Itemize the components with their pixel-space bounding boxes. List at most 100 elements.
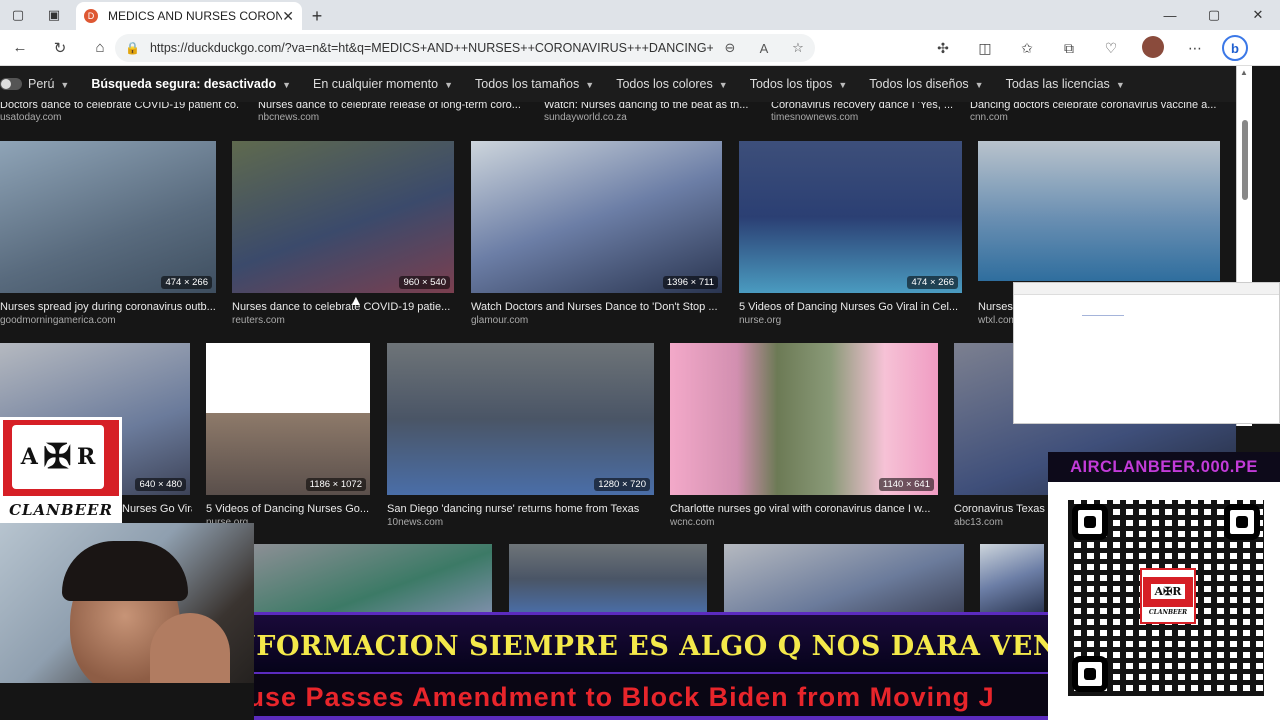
filter-time[interactable]: En cualquier momento ▼ xyxy=(313,77,453,91)
image-result[interactable]: Doctors dance to celebrate COVID-19 pati… xyxy=(0,102,240,126)
scroll-thumb[interactable] xyxy=(1242,120,1248,200)
new-tab-button[interactable]: + xyxy=(302,2,332,30)
result-caption[interactable]: Nurses dance to celebrate release of lon… xyxy=(258,102,528,111)
result-caption[interactable]: Nurses dance to celebrate COVID-19 patie… xyxy=(232,301,454,313)
image-result[interactable]: Dancing doctors celebrate coronavirus va… xyxy=(970,102,1220,126)
image-result[interactable] xyxy=(980,544,1044,614)
result-caption[interactable]: Dancing doctors celebrate coronavirus va… xyxy=(970,102,1220,111)
image-result[interactable]: 474 × 266 5 Videos of Dancing Nurses Go … xyxy=(739,141,962,331)
workspaces-icon[interactable]: ▢ xyxy=(0,0,36,30)
image-filter-bar: Perú ▼ Búsqueda segura: desactivado ▼ En c… xyxy=(0,66,1236,102)
image-result[interactable]: 1280 × 720 San Diego 'dancing nurse' ret… xyxy=(387,343,654,533)
filter-type[interactable]: Todos los tipos ▼ xyxy=(750,77,848,91)
result-source: cnn.com xyxy=(970,112,1008,123)
active-tab[interactable]: D MEDICS AND NURSES CORONAVIRUS DANCING … xyxy=(76,2,302,30)
result-caption[interactable]: Coronavirus Texas xyxy=(954,503,1048,515)
lock-icon: 🔒 xyxy=(125,41,140,55)
result-source: reuters.com xyxy=(232,315,285,326)
qr-finder-top-right xyxy=(1224,504,1260,540)
tab-actions-icon[interactable]: ▣ xyxy=(36,0,72,30)
url-field[interactable]: 🔒 https://duckduckgo.com/?va=n&t=ht&q=ME… xyxy=(115,34,815,62)
result-caption[interactable]: Nurses spread joy during coronavirus out… xyxy=(0,301,216,313)
popup-titlebar xyxy=(1014,283,1279,295)
result-caption[interactable]: Charlotte nurses go viral with coronavir… xyxy=(670,503,938,515)
collections-icon[interactable]: ⧉ xyxy=(1048,40,1090,57)
result-caption[interactable]: 5 Videos of Dancing Nurses Go... xyxy=(206,503,370,515)
image-result[interactable]: 960 × 540 Nurses dance to celebrate COVI… xyxy=(232,141,454,331)
floating-window-preview[interactable]: ——————— xyxy=(1013,282,1280,424)
scroll-up-icon[interactable]: ▲ xyxy=(1240,68,1248,77)
region-toggle[interactable] xyxy=(0,78,22,90)
minimize-button[interactable]: — xyxy=(1148,0,1192,30)
result-caption[interactable]: 5 Videos of Dancing Nurses Go Viral in C… xyxy=(739,301,962,313)
qr-logo-text: A✠R xyxy=(1150,584,1186,599)
image-result[interactable]: 1396 × 711 Watch Doctors and Nurses Danc… xyxy=(471,141,722,331)
maximize-button[interactable]: ▢ xyxy=(1192,0,1236,30)
image-result[interactable]: Watch: Nurses dancing to the beat as th.… xyxy=(544,102,754,126)
result-caption[interactable]: San Diego 'dancing nurse' returns home f… xyxy=(387,503,654,515)
image-result[interactable] xyxy=(724,544,964,614)
filter-size[interactable]: Todos los tamaños ▼ xyxy=(475,77,594,91)
image-dimensions: 474 × 266 xyxy=(907,276,958,289)
close-tab-icon[interactable]: ✕ xyxy=(282,8,294,25)
result-thumbnail[interactable] xyxy=(724,544,964,614)
image-result[interactable]: 474 × 266 Nurses spread joy during coron… xyxy=(0,141,216,331)
image-result[interactable]: 1140 × 641 Charlotte nurses go viral wit… xyxy=(670,343,938,533)
result-thumbnail[interactable]: 1140 × 641 xyxy=(670,343,938,495)
qr-header: AIRCLANBEER.000.PE xyxy=(1048,452,1280,482)
result-thumbnail[interactable]: 474 × 266 xyxy=(739,141,962,293)
read-aloud-icon[interactable]: A xyxy=(747,41,781,56)
image-dimensions: 1396 × 711 xyxy=(662,276,718,289)
result-source: timesnownews.com xyxy=(771,112,859,123)
bing-copilot-icon[interactable]: b xyxy=(1222,35,1248,61)
image-result[interactable]: 1186 × 1072 5 Videos of Dancing Nurses G… xyxy=(206,343,370,533)
result-source: glamour.com xyxy=(471,315,529,326)
result-thumbnail[interactable] xyxy=(980,544,1044,614)
filter-layout[interactable]: Todos los diseños ▼ xyxy=(869,77,983,91)
result-thumbnail[interactable]: 474 × 266 xyxy=(0,141,216,293)
logo-emblem: A ✠ R xyxy=(12,425,104,489)
more-menu-icon[interactable]: ⋯ xyxy=(1174,40,1216,57)
chevron-down-icon: ▼ xyxy=(838,80,848,90)
image-result[interactable]: Nurses dance to celebrate release of lon… xyxy=(258,102,528,126)
browser-essentials-icon[interactable]: ♡ xyxy=(1090,40,1132,57)
image-result[interactable] xyxy=(254,544,492,614)
image-result[interactable]: Coronavirus recovery dance I 'Yes, ... t… xyxy=(771,102,961,126)
split-screen-icon[interactable]: ◫ xyxy=(964,40,1006,57)
extensions-icon[interactable]: ✣ xyxy=(922,40,964,57)
presenter-hair xyxy=(62,541,188,601)
filter-region[interactable]: Perú ▼ xyxy=(28,77,69,91)
result-thumbnail[interactable]: 1186 × 1072 xyxy=(206,343,370,495)
filter-license[interactable]: Todas las licencias ▼ xyxy=(1006,77,1125,91)
result-thumbnail[interactable]: 960 × 540 xyxy=(232,141,454,293)
result-caption[interactable]: Coronavirus recovery dance I 'Yes, ... xyxy=(771,102,961,111)
qr-logo-word: CLANBEER xyxy=(1148,608,1188,616)
ticker-bottom-text: ouse Passes Amendment to Block Biden fro… xyxy=(254,682,995,712)
home-icon[interactable]: ⌂ xyxy=(80,30,120,66)
chevron-down-icon: ▼ xyxy=(1115,80,1125,90)
result-thumbnail[interactable] xyxy=(254,544,492,614)
result-thumbnail[interactable] xyxy=(978,141,1220,281)
tab-bar: ▢ ▣ D MEDICS AND NURSES CORONAVIRUS DANC… xyxy=(0,0,1280,30)
refresh-icon[interactable]: ↻ xyxy=(40,30,80,66)
result-caption[interactable]: Nurses Go Viral i... xyxy=(122,503,192,515)
filter-safe-search[interactable]: Búsqueda segura: desactivado ▼ xyxy=(91,77,291,91)
result-thumbnail[interactable]: 1280 × 720 xyxy=(387,343,654,495)
filter-color[interactable]: Todos los colores ▼ xyxy=(616,77,728,91)
zoom-icon[interactable]: ⊖ xyxy=(713,40,747,56)
result-thumbnail[interactable] xyxy=(509,544,707,614)
screen: ▢ ▣ D MEDICS AND NURSES CORONAVIRUS DANC… xyxy=(0,0,1280,720)
favorite-star-icon[interactable]: ☆ xyxy=(781,40,815,56)
logo-letter-left: A xyxy=(20,444,38,470)
window-close-button[interactable]: ✕ xyxy=(1236,0,1280,30)
result-caption[interactable]: Doctors dance to celebrate COVID-19 pati… xyxy=(0,102,240,111)
favorites-icon[interactable]: ✩ xyxy=(1006,40,1048,57)
result-caption[interactable]: Watch Doctors and Nurses Dance to 'Don't… xyxy=(471,301,722,313)
image-result[interactable] xyxy=(509,544,707,614)
ticker-top-text: INFORMACION SIEMPRE ES ALGO Q NOS DARA V… xyxy=(254,631,1048,662)
back-arrow-icon[interactable]: ← xyxy=(0,30,40,66)
result-caption[interactable]: Watch: Nurses dancing to the beat as th.… xyxy=(544,102,754,111)
profile-avatar[interactable] xyxy=(1132,35,1174,61)
result-thumbnail[interactable]: 1396 × 711 xyxy=(471,141,722,293)
ticker-bottom: ouse Passes Amendment to Block Biden fro… xyxy=(254,674,1048,720)
